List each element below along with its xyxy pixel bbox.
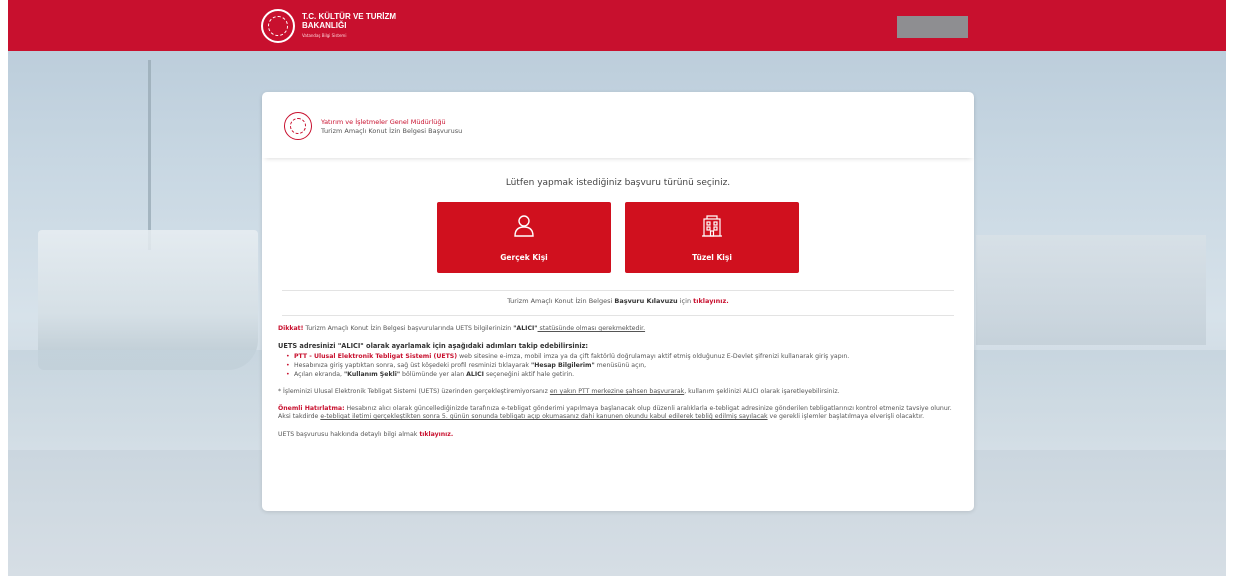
- divider: [282, 315, 954, 316]
- steps-title: UETS adresinizi "ALICI" olarak ayarlamak…: [278, 342, 589, 351]
- step-bold: "Hesap Bilgilerim": [530, 362, 595, 370]
- header-user-box[interactable]: [897, 16, 968, 38]
- department-name: Yatırım ve İşletmeler Genel Müdürlüğü: [321, 118, 446, 126]
- reminder-label: Önemli Hatırlatma:: [278, 405, 345, 413]
- step-item: Açılan ekranda, "Kullanım Şekli" bölümün…: [286, 371, 958, 379]
- legal-entity-button[interactable]: Tüzel Kişi: [625, 202, 799, 273]
- ministry-subtitle: Vatandaş Bilgi Sistemi: [302, 33, 347, 38]
- ship-mast-backdrop: [148, 60, 151, 250]
- step-item: Hesabınıza giriş yaptıktan sonra, sağ üs…: [286, 362, 958, 370]
- person-icon: [514, 215, 534, 237]
- reminder-paragraph: Önemli Hatırlatma: Hesabınız alıcı olara…: [278, 405, 958, 421]
- steps-list: PTT - Ulusal Elektronik Tebligat Sistemi…: [278, 353, 958, 379]
- service-name: Turizm Amaçlı Konut İzin Belgesi Başvuru…: [321, 127, 463, 135]
- step-text: Açılan ekranda,: [294, 370, 344, 378]
- more-info-link[interactable]: tıklayınız.: [419, 431, 453, 438]
- more-info-paragraph: UETS başvurusu hakkında detaylı bilgi al…: [278, 431, 958, 439]
- city-backdrop: [976, 235, 1206, 345]
- card-header: Yatırım ve İşletmeler Genel Müdürlüğü Tu…: [262, 92, 974, 158]
- step-bold: ALICI: [466, 370, 484, 378]
- application-card: Yatırım ve İşletmeler Genel Müdürlüğü Tu…: [262, 92, 974, 511]
- step-text: Hesabınıza giriş yaptıktan sonra, sağ üs…: [294, 362, 531, 370]
- note-text: * İşleminizi Ulusal Elektronik Tebligat …: [278, 388, 550, 396]
- department-logo-icon: [284, 112, 312, 140]
- natural-person-label: Gerçek Kişi: [500, 253, 548, 262]
- selection-prompt: Lütfen yapmak istediğiniz başvuru türünü…: [505, 178, 731, 188]
- note-paragraph: * İşleminizi Ulusal Elektronik Tebligat …: [278, 388, 958, 396]
- warning-paragraph: Dikkat! Turizm Amaçlı Konut İzin Belgesi…: [278, 325, 958, 333]
- page-background: T.C. KÜLTÜR VE TURİZM BAKANLIĞI Vatandaş…: [8, 0, 1226, 576]
- ministry-logo-icon[interactable]: [261, 9, 295, 43]
- step-bold: "Kullanım Şekli": [343, 370, 401, 378]
- info-content: Dikkat! Turizm Amaçlı Konut İzin Belgesi…: [278, 325, 958, 448]
- uets-link[interactable]: PTT - Ulusal Elektronik Tebligat Sistemi…: [294, 353, 457, 360]
- guide-link[interactable]: tıklayınız.: [693, 297, 729, 305]
- legal-entity-label: Tüzel Kişi: [692, 253, 732, 262]
- more-info-text: UETS başvurusu hakkında detaylı bilgi al…: [278, 430, 420, 438]
- guide-mid: için: [677, 297, 694, 305]
- reminder-text: ve gerekli işlemler başlatılmaya elveriş…: [767, 413, 925, 421]
- step-text: seçeneğini aktif hale getirin.: [484, 370, 575, 378]
- guide-bold: Başvuru Kılavuzu: [614, 297, 678, 305]
- warning-bold: "ALICI": [513, 325, 538, 332]
- guide-text: Turizm Amaçlı Konut İzin Belgesi: [507, 297, 615, 305]
- guide-line: Turizm Amaçlı Konut İzin Belgesi Başvuru…: [262, 297, 974, 305]
- building-icon: [702, 215, 722, 237]
- warning-label: Dikkat!: [278, 325, 304, 332]
- note-text: , kullanım şeklinizi ALICI olarak işaret…: [684, 388, 840, 396]
- divider: [282, 290, 954, 291]
- natural-person-button[interactable]: Gerçek Kişi: [437, 202, 611, 273]
- step-text: bölümünde yer alan: [400, 370, 467, 378]
- warning-tail: statüsünde olması gerekmektedir.: [537, 325, 646, 332]
- step-text: web sitesine e-imza, mobil imza ya da çi…: [457, 353, 850, 361]
- top-bar: T.C. KÜLTÜR VE TURİZM BAKANLIĞI Vatandaş…: [8, 0, 1226, 51]
- reminder-underline: e-tebligat iletimi gerçekleştikten sonra…: [320, 413, 768, 421]
- ministry-name: T.C. KÜLTÜR VE TURİZM BAKANLIĞI: [302, 12, 397, 30]
- warning-text: Turizm Amaçlı Konut İzin Belgesi başvuru…: [303, 325, 514, 332]
- note-underline: en yakın PTT merkezine şahsen başvurarak: [549, 388, 685, 396]
- ship-backdrop: [38, 230, 258, 370]
- step-item: PTT - Ulusal Elektronik Tebligat Sistemi…: [286, 353, 958, 361]
- step-text: menüsünü açın,: [594, 362, 647, 370]
